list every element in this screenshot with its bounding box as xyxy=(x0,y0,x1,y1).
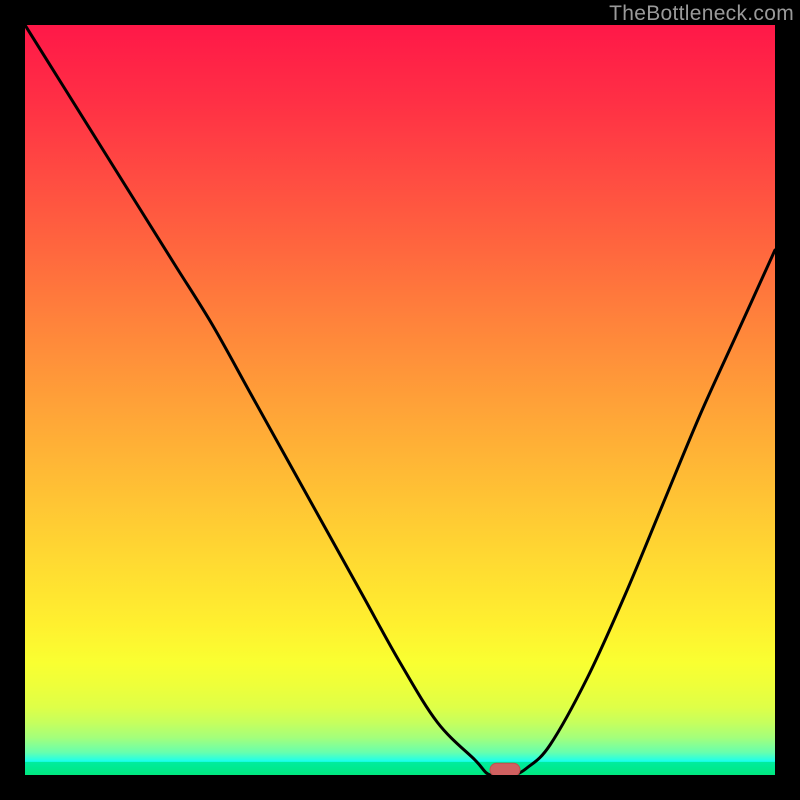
bottleneck-curve-path xyxy=(25,25,775,775)
optimum-marker xyxy=(490,763,520,775)
plot-area xyxy=(25,25,775,775)
watermark-text: TheBottleneck.com xyxy=(609,2,794,26)
chart-svg xyxy=(25,25,775,775)
chart-frame: TheBottleneck.com xyxy=(0,0,800,800)
